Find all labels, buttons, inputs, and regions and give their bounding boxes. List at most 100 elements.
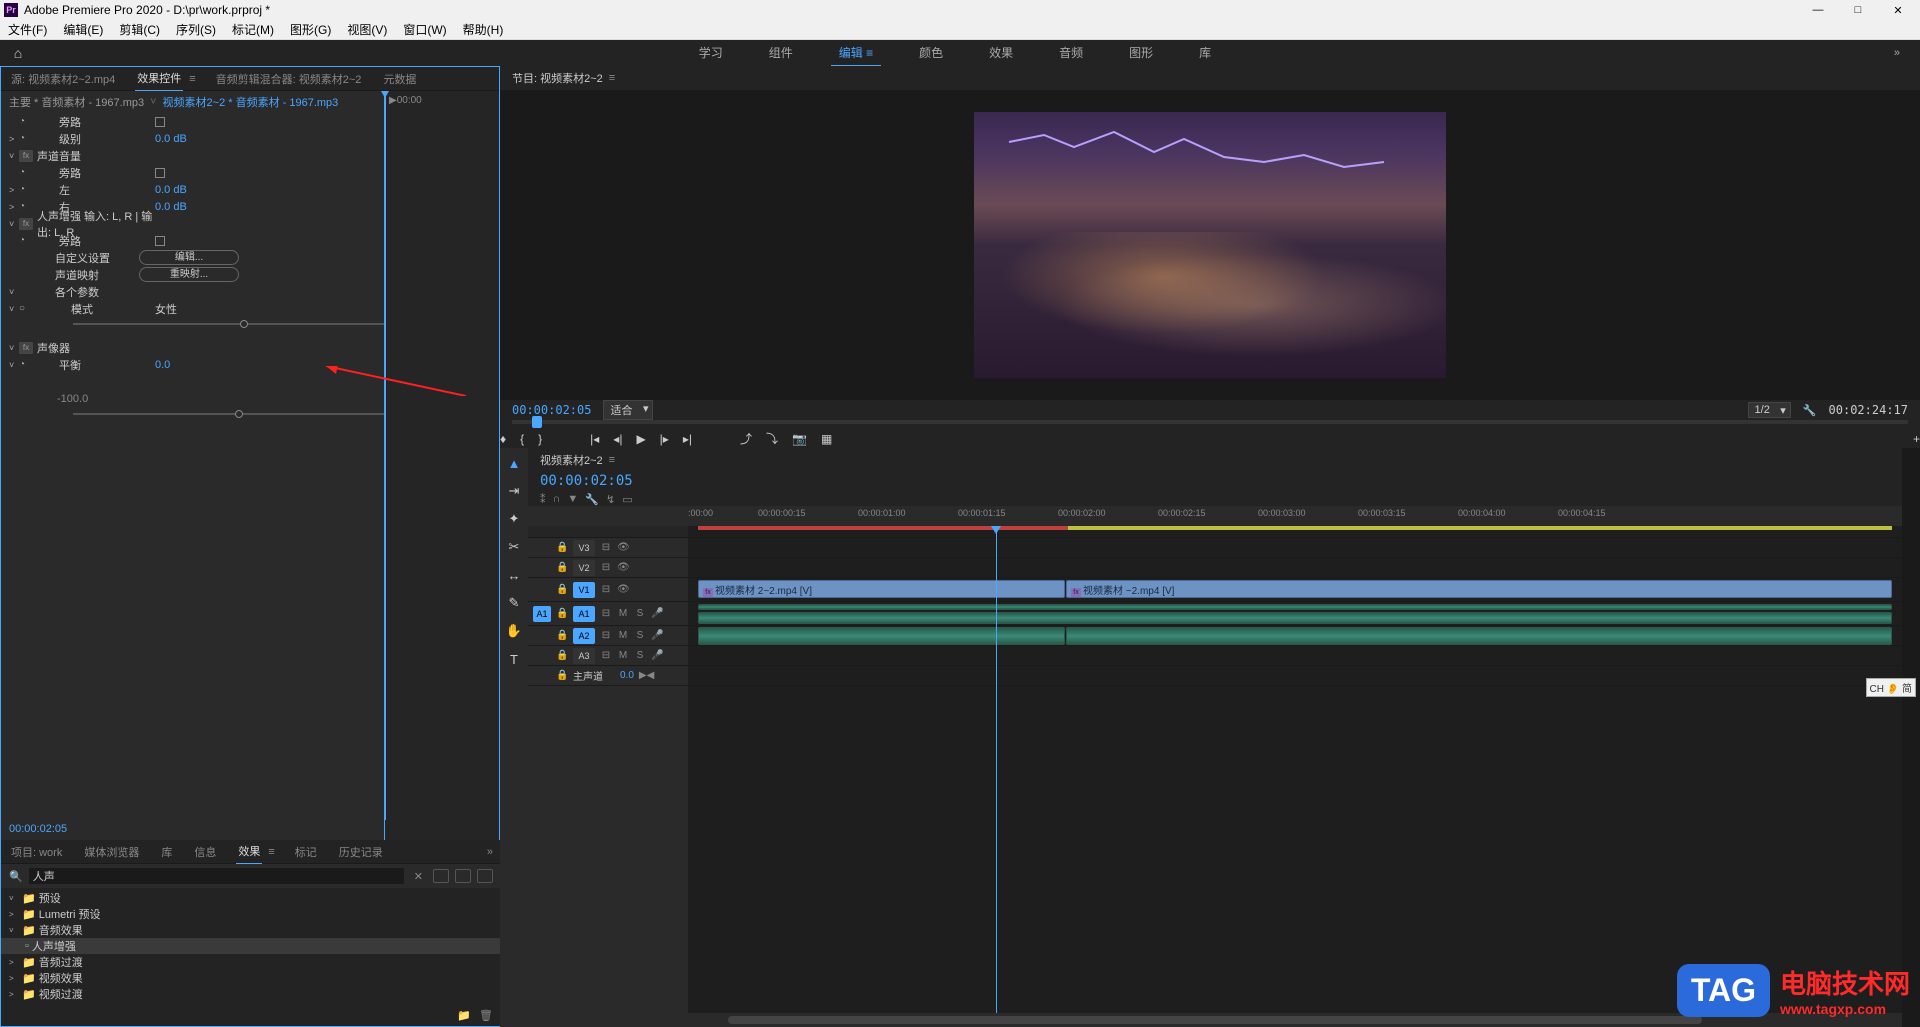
workspace-libraries[interactable]: 库 [1191, 40, 1219, 67]
program-tc-left[interactable]: 00:00:02:05 [512, 403, 591, 417]
menu-sequence[interactable]: 序列(S) [172, 19, 220, 40]
sync-lock-icon[interactable]: ⊟ [600, 542, 612, 553]
clip-audio-a1[interactable] [698, 612, 1892, 624]
home-icon[interactable]: ⌂ [8, 43, 28, 63]
comparison-icon[interactable]: ▦ [821, 432, 832, 446]
play-icon[interactable]: ▶ [636, 432, 645, 446]
panel-menu-icon[interactable]: ≡ [609, 72, 615, 84]
tab-source[interactable]: 源: 视频素材2~2.mp4 [9, 67, 117, 91]
menu-view[interactable]: 视图(V) [343, 19, 391, 40]
tab-project[interactable]: 项目: work [9, 840, 64, 864]
yuv-badge-icon[interactable] [477, 869, 493, 883]
tab-libraries[interactable]: 库 [159, 840, 174, 864]
workspace-editing[interactable]: 编辑 ≡ [831, 40, 881, 67]
clip-video-1[interactable]: fx视频素材 2~2.mp4 [V] [698, 580, 1065, 598]
go-to-out-icon[interactable]: ▸| [683, 432, 692, 446]
minimize-button[interactable]: — [1808, 4, 1828, 17]
tree-video-effects[interactable]: ˃📁视频效果 [1, 970, 501, 986]
type-tool-icon[interactable]: T [505, 650, 523, 668]
tree-lumetri[interactable]: ˃📁Lumetri 预设 [1, 906, 501, 922]
bypass-checkbox[interactable] [155, 117, 165, 127]
workspace-graphics[interactable]: 图形 [1121, 40, 1161, 67]
expand-icon[interactable]: ▶◀ [639, 670, 654, 681]
workspace-menu-icon[interactable]: ≡ [866, 46, 873, 60]
tab-media-browser[interactable]: 媒体浏览器 [82, 840, 141, 864]
left-value[interactable]: 0.0 dB [155, 184, 187, 196]
menu-edit[interactable]: 编辑(E) [59, 19, 107, 40]
mute-icon[interactable]: M [617, 608, 629, 619]
lock-icon[interactable]: 🔒 [556, 542, 568, 553]
right-value[interactable]: 0.0 dB [155, 201, 187, 213]
tab-effect-controls[interactable]: 效果控件 [135, 66, 183, 92]
tab-history[interactable]: 历史记录 [337, 840, 385, 864]
clip-audio-a1-top[interactable] [698, 604, 1892, 610]
balance-value[interactable]: 0.0 [155, 359, 170, 371]
snap-icon[interactable]: ⁑ [540, 493, 546, 506]
settings-icon[interactable]: 🔧 [585, 493, 599, 506]
settings-icon[interactable]: 🔧 [1803, 404, 1817, 417]
tab-info[interactable]: 信息 [192, 840, 218, 864]
resolution-dropdown[interactable]: 1/2 [1748, 402, 1791, 418]
track-v1[interactable]: V1 [573, 582, 595, 598]
voice-icon[interactable]: 🎤 [651, 608, 663, 619]
master-track[interactable]: 主声道 [573, 668, 603, 683]
menu-help[interactable]: 帮助(H) [459, 19, 508, 40]
lift-icon[interactable]: ⤴ [740, 430, 752, 447]
level-value[interactable]: 0.0 dB [155, 133, 187, 145]
timeline-ruler[interactable]: :00:00 00:00:00:15 00:00:01:00 00:00:01:… [528, 506, 1902, 526]
razor-tool-icon[interactable]: ✂ [505, 538, 523, 556]
solo-icon[interactable]: S [634, 608, 646, 619]
out-point-icon[interactable]: } [538, 432, 542, 446]
track-v2[interactable]: V2 [573, 560, 595, 576]
delete-icon[interactable]: 🗑 [479, 1009, 493, 1022]
tree-video-transitions[interactable]: ˃📁视频过渡 [1, 986, 501, 1002]
tab-metadata[interactable]: 元数据 [381, 67, 418, 91]
track-v3[interactable]: V3 [573, 540, 595, 556]
panel-menu-icon[interactable]: ≡ [189, 73, 195, 85]
menu-clip[interactable]: 剪辑(C) [115, 19, 164, 40]
source-a1[interactable]: A1 [533, 606, 551, 622]
maximize-button[interactable]: □ [1848, 4, 1868, 17]
wrench-icon[interactable]: ↯ [606, 493, 615, 506]
stopwatch-icon[interactable]: ◔ [19, 116, 31, 127]
selection-tool-icon[interactable]: ▲ [505, 454, 523, 472]
marker-icon[interactable]: ▼ [567, 493, 578, 506]
tree-presets[interactable]: ˅📁预设 [1, 890, 501, 906]
timeline-timecode[interactable]: 00:00:02:05 [540, 473, 633, 489]
tree-audio-effects[interactable]: ˅📁音频效果 [1, 922, 501, 938]
pen-tool-icon[interactable]: ✎ [505, 594, 523, 612]
clip-audio-a2b[interactable] [1066, 627, 1892, 645]
master-value[interactable]: 0.0 [620, 670, 634, 681]
fx-badge[interactable]: fx [19, 150, 33, 162]
timeline-playhead[interactable] [996, 526, 997, 1013]
tabs-overflow[interactable]: » [487, 846, 493, 858]
program-monitor[interactable] [500, 90, 1920, 400]
hand-tool-icon[interactable]: ✋ [505, 622, 523, 640]
eye-icon[interactable]: 👁 [617, 542, 629, 553]
zoom-dropdown[interactable]: 适合 [603, 400, 653, 420]
accel-badge-icon[interactable] [433, 869, 449, 883]
panel-menu-icon[interactable]: ≡ [268, 846, 274, 858]
step-forward-icon[interactable]: |▸ [660, 432, 669, 446]
marker-add-icon[interactable]: ♦ [500, 432, 506, 446]
slip-tool-icon[interactable]: ↔ [505, 566, 523, 584]
close-button[interactable]: ✕ [1888, 4, 1908, 17]
track-a1[interactable]: A1 [573, 606, 595, 622]
program-scrubber[interactable] [500, 420, 1920, 430]
workspace-color[interactable]: 颜色 [911, 40, 951, 67]
ripple-tool-icon[interactable]: ✦ [505, 510, 523, 528]
clear-search-icon[interactable]: ✕ [410, 870, 427, 883]
export-frame-icon[interactable]: 📷 [792, 432, 807, 446]
tree-audio-transitions[interactable]: ˃📁音频过渡 [1, 954, 501, 970]
add-button-icon[interactable]: + [1913, 432, 1920, 446]
workspace-effects[interactable]: 效果 [981, 40, 1021, 67]
ec-clip-link[interactable]: 视频素材2~2 * 音频素材 - 1967.mp3 [163, 94, 339, 110]
workspace-assembly[interactable]: 组件 [761, 40, 801, 67]
ime-indicator[interactable]: CH 👂 简 [1866, 678, 1916, 697]
in-point-icon[interactable]: { [520, 432, 524, 446]
ec-timecode[interactable]: 00:00:02:05 [9, 823, 67, 835]
step-back-icon[interactable]: ◂| [613, 432, 622, 446]
tab-markers[interactable]: 标记 [293, 840, 319, 864]
tab-audio-mixer[interactable]: 音频剪辑混合器: 视频素材2~2 [214, 67, 364, 91]
new-bin-icon[interactable]: 📁 [457, 1009, 471, 1022]
